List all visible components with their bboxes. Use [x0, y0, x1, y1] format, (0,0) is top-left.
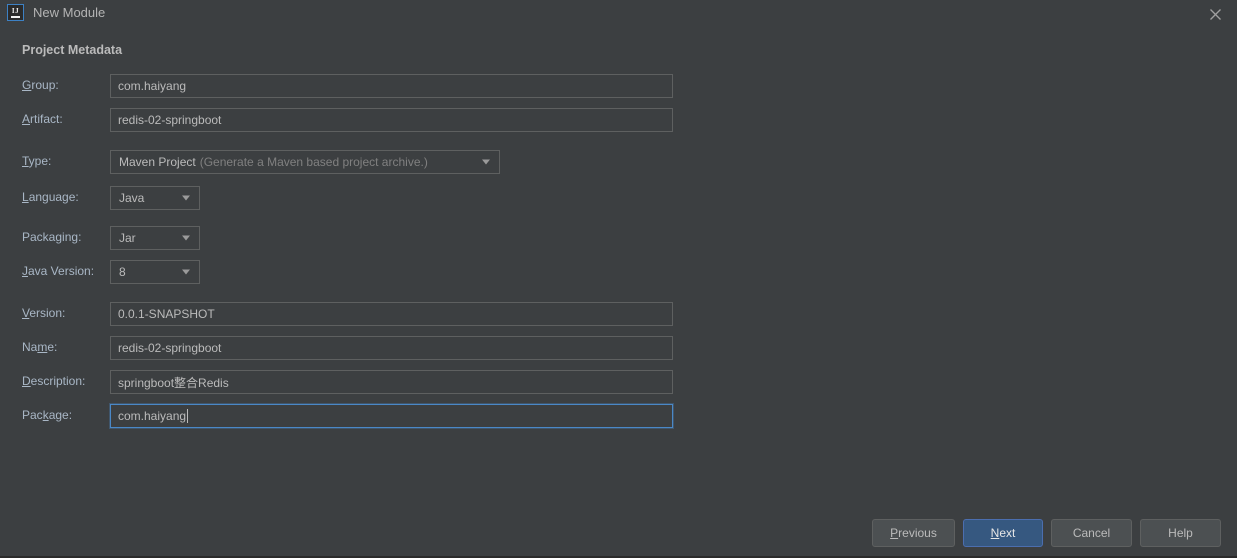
- group-input[interactable]: com.haiyang: [110, 74, 673, 98]
- name-input[interactable]: redis-02-springboot: [110, 336, 673, 360]
- close-button[interactable]: [1205, 4, 1225, 24]
- package-label: Package:: [22, 408, 73, 422]
- chevron-down-icon: [182, 235, 190, 241]
- cancel-button[interactable]: Cancel: [1051, 519, 1132, 547]
- next-button[interactable]: Next: [963, 519, 1043, 547]
- app-icon-underline: [11, 15, 20, 18]
- packaging-combobox[interactable]: Jar: [110, 226, 200, 250]
- help-button[interactable]: Help: [1140, 519, 1221, 547]
- previous-button[interactable]: Previous: [872, 519, 955, 547]
- text-caret: [187, 409, 189, 423]
- language-label: Language:: [22, 190, 79, 204]
- description-label: Description:: [22, 374, 86, 388]
- package-value: com.haiyang: [118, 409, 187, 423]
- section-title: Project Metadata: [22, 43, 123, 57]
- chevron-down-icon: [182, 269, 190, 275]
- java-version-combobox[interactable]: 8: [110, 260, 200, 284]
- java-version-value: 8: [119, 265, 126, 279]
- language-combobox[interactable]: Java: [110, 186, 200, 210]
- intellij-idea-icon: IJ: [7, 4, 24, 21]
- version-label: Version:: [22, 306, 66, 320]
- packaging-value: Jar: [119, 231, 136, 245]
- title-bar: IJ New Module: [0, 0, 1237, 28]
- language-value: Java: [119, 191, 145, 205]
- chevron-down-icon: [482, 159, 490, 165]
- type-combobox[interactable]: Maven Project (Generate a Maven based pr…: [110, 150, 500, 174]
- artifact-label: Artifact:: [22, 112, 63, 126]
- artifact-input[interactable]: redis-02-springboot: [110, 108, 673, 132]
- name-label: Name:: [22, 340, 58, 354]
- new-module-dialog: IJ New Module Project Metadata Group: co…: [0, 0, 1237, 558]
- package-input[interactable]: com.haiyang: [110, 404, 673, 428]
- chevron-down-icon: [182, 195, 190, 201]
- app-icon-letters: IJ: [11, 6, 20, 15]
- java-version-label: Java Version:: [22, 264, 95, 278]
- type-description: (Generate a Maven based project archive.…: [199, 155, 428, 169]
- version-input[interactable]: 0.0.1-SNAPSHOT: [110, 302, 673, 326]
- type-label: Type:: [22, 154, 52, 168]
- group-label: Group:: [22, 78, 59, 92]
- dialog-button-bar: Previous Next Cancel Help: [0, 519, 1237, 547]
- packaging-label: Packaging:: [22, 230, 82, 244]
- description-input[interactable]: springboot整合Redis: [110, 370, 673, 394]
- window-title: New Module: [33, 5, 106, 20]
- close-icon: [1209, 8, 1221, 20]
- type-value: Maven Project: [119, 155, 196, 169]
